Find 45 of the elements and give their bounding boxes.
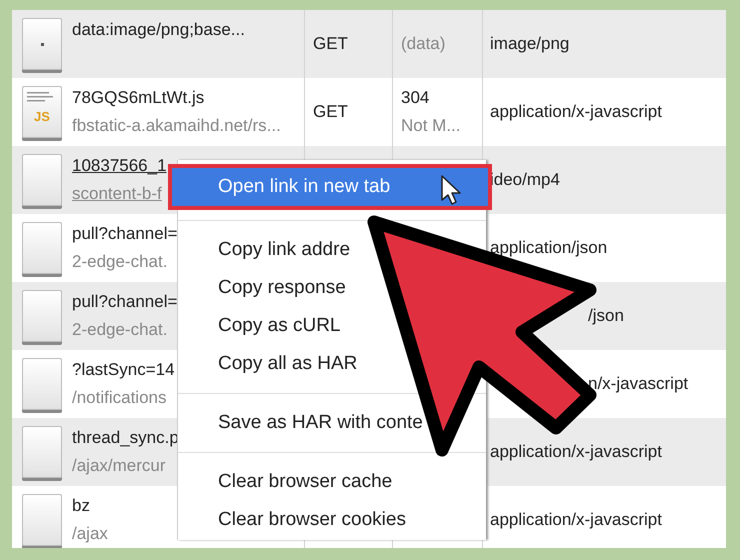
status-text: Not M... (401, 115, 462, 137)
menu-item[interactable]: Copy link addre (218, 236, 350, 264)
menu-item[interactable]: Open link in new tab (168, 164, 492, 210)
method-text: GET (313, 33, 348, 56)
request-domain: scontent-b-f (72, 183, 163, 205)
request-name[interactable]: pull?channel= (72, 220, 178, 248)
menu-item[interactable]: Copy as cURL (218, 312, 340, 340)
file-icon (22, 358, 62, 410)
file-icon (22, 290, 62, 342)
menu-item[interactable]: Clear browser cache (218, 468, 392, 496)
mime-type: n/x-javascript (587, 373, 688, 396)
file-icon (22, 154, 62, 206)
menu-item[interactable]: Clear browser cookies (218, 506, 406, 534)
request-domain: /ajax/mercur (72, 455, 167, 477)
request-name[interactable]: ?lastSync=14 (72, 356, 175, 384)
file-icon (22, 494, 62, 546)
js-file-icon: JS (22, 86, 62, 138)
request-domain: /notifications (72, 387, 168, 409)
mime-type: /json (587, 305, 624, 328)
request-domain: /ajax (72, 523, 108, 545)
menu-item[interactable]: Copy response (218, 274, 346, 302)
request-name[interactable]: 10837566_1 (72, 152, 167, 180)
status-code: (data) (401, 33, 446, 55)
mime-type: ideo/mp4 (490, 169, 560, 192)
mime-type: application/x-javascript (490, 101, 662, 124)
request-domain: 2-edge-chat. (72, 251, 168, 273)
request-domain: 2-edge-chat. (72, 319, 168, 341)
mime-type: application/x-javascript (490, 509, 662, 532)
request-name[interactable]: pull?channel= (72, 288, 178, 316)
status-code: 304 (401, 87, 430, 109)
request-name[interactable]: bz (72, 492, 108, 520)
request-name[interactable]: thread_sync.p (72, 424, 179, 452)
request-name[interactable]: 78GQS6mLtWt.js (72, 84, 281, 112)
mime-type: application/json (490, 237, 608, 260)
mime-type: application/x-javascript (490, 441, 662, 464)
mime-type: image/png (490, 33, 570, 56)
mouse-cursor-icon (441, 175, 461, 205)
request-domain: fbstatic-a.akamaihd.net/rs... (72, 115, 281, 137)
file-icon (22, 426, 62, 478)
method-text: GET (313, 101, 348, 124)
image-file-icon (22, 18, 62, 70)
menu-item[interactable]: Copy all as HAR (218, 350, 358, 378)
file-icon (22, 222, 62, 274)
request-name[interactable]: data:image/png;base... (72, 16, 245, 44)
menu-item[interactable]: Save as HAR with conte (218, 408, 423, 438)
